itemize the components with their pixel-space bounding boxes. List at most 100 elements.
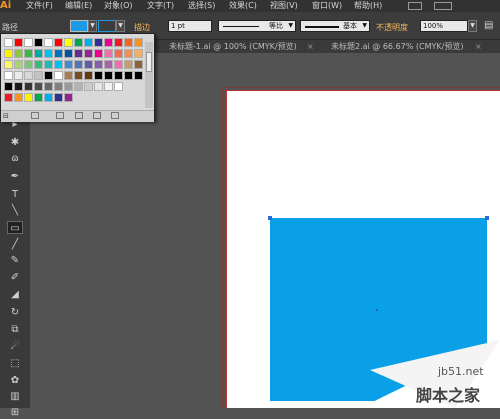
color-swatch[interactable] [104,82,113,91]
color-swatch[interactable] [114,60,123,69]
color-swatch[interactable] [44,71,53,80]
color-swatch[interactable] [114,49,123,58]
color-swatch[interactable] [14,49,23,58]
symbol-sprayer-tool-icon[interactable]: ✿ [7,374,23,387]
new-swatch-icon[interactable] [93,112,101,119]
color-swatch[interactable] [64,60,73,69]
color-swatch[interactable] [114,82,123,91]
color-swatch[interactable] [74,49,83,58]
color-swatch[interactable] [4,71,13,80]
lasso-tool-icon[interactable]: ɷ [7,152,23,165]
color-swatch[interactable] [54,71,63,80]
new-group-icon[interactable] [75,112,83,119]
graph-tool-icon[interactable]: ▥ [7,390,23,403]
color-swatch[interactable] [84,38,93,47]
bridge-icon[interactable] [408,2,422,10]
color-swatch[interactable] [4,82,13,91]
color-swatch[interactable] [24,60,33,69]
color-swatch[interactable] [4,60,13,69]
color-swatch[interactable] [64,38,73,47]
color-swatch[interactable] [94,49,103,58]
close-icon[interactable]: × [307,40,314,53]
menu-select[interactable]: 选择(S) [188,0,215,12]
anchor-point[interactable] [485,216,489,220]
pen-tool-icon[interactable]: ✒ [7,170,23,183]
fill-dropdown-arrow[interactable]: ▼ [88,20,97,32]
color-swatch[interactable] [34,38,43,47]
color-swatch[interactable] [34,71,43,80]
color-swatch[interactable] [84,71,93,80]
color-swatch[interactable] [114,38,123,47]
color-swatch[interactable] [64,71,73,80]
stroke-dropdown-arrow[interactable]: ▼ [116,20,125,32]
color-swatch[interactable] [44,49,53,58]
color-swatch[interactable] [64,93,73,102]
color-swatch[interactable] [74,60,83,69]
color-swatch[interactable] [94,71,103,80]
opacity-dropdown-arrow[interactable]: ▼ [468,20,477,32]
color-swatch[interactable] [24,82,33,91]
color-swatch[interactable] [114,71,123,80]
color-swatch[interactable] [94,82,103,91]
variable-width-profile[interactable]: 等比 ▼ [218,20,296,32]
magic-wand-tool-icon[interactable]: ✱ [7,136,23,149]
swatch-libraries-icon[interactable]: ⊟ [3,111,9,121]
menu-edit[interactable]: 编辑(E) [65,0,92,12]
anchor-point[interactable] [268,216,272,220]
swatch-options-icon[interactable] [56,112,64,119]
color-swatch[interactable] [124,60,133,69]
color-swatch[interactable] [54,60,63,69]
tab-document-2[interactable]: 未标题2.ai @ 66.67% (CMYK/预览) [331,40,463,53]
paintbrush-tool-icon[interactable]: ╱ [7,238,23,251]
color-swatch[interactable] [24,93,33,102]
menu-effect[interactable]: 效果(C) [229,0,257,12]
stroke-color-swatch[interactable] [98,20,116,32]
color-swatch[interactable] [54,38,63,47]
stroke-weight-field[interactable]: 1 pt [168,20,212,32]
color-swatch[interactable] [54,49,63,58]
color-swatch[interactable] [54,82,63,91]
delete-swatch-icon[interactable] [111,112,119,119]
brush-definition[interactable]: 基本 ▼ [300,20,370,32]
color-swatch[interactable] [104,49,113,58]
color-swatch[interactable] [34,93,43,102]
menu-file[interactable]: 文件(F) [26,0,53,12]
color-swatch[interactable] [84,82,93,91]
color-swatch[interactable] [14,71,23,80]
type-tool-icon[interactable]: T [7,188,23,201]
color-swatch[interactable] [134,71,143,80]
color-swatch[interactable] [124,38,133,47]
color-swatch[interactable] [4,38,13,47]
stroke-label[interactable]: 描边 [134,22,150,33]
style-icon[interactable]: ▤ [484,20,493,31]
menu-view[interactable]: 视图(V) [270,0,298,12]
color-swatch[interactable] [64,49,73,58]
scale-tool-icon[interactable]: ⧉ [7,323,23,336]
fill-color-swatch[interactable] [70,20,88,32]
color-swatch[interactable] [24,49,33,58]
color-swatch[interactable] [44,38,53,47]
pencil-tool-icon[interactable]: ✎ [7,254,23,267]
color-swatch[interactable] [74,38,83,47]
tab-document-1[interactable]: 未标题-1.ai @ 100% (CMYK/预览) [169,40,297,53]
color-swatch[interactable] [74,71,83,80]
color-swatch[interactable] [14,38,23,47]
color-swatch[interactable] [104,60,113,69]
color-swatch[interactable] [14,93,23,102]
color-swatch[interactable] [124,71,133,80]
color-swatch[interactable] [104,71,113,80]
color-swatch[interactable] [34,82,43,91]
color-swatch[interactable] [94,38,103,47]
color-swatch[interactable] [14,82,23,91]
line-tool-icon[interactable]: ╲ [7,204,23,217]
color-swatch[interactable] [44,82,53,91]
rectangle-tool-icon[interactable]: ▭ [7,221,23,234]
color-swatch[interactable] [134,49,143,58]
color-swatch[interactable] [24,38,33,47]
free-transform-tool-icon[interactable]: ⬚ [7,357,23,370]
blob-brush-tool-icon[interactable]: ✐ [7,271,23,284]
close-icon[interactable]: × [475,40,482,53]
warp-tool-icon[interactable]: ☄ [7,340,23,353]
color-swatch[interactable] [74,82,83,91]
color-swatch[interactable] [134,60,143,69]
